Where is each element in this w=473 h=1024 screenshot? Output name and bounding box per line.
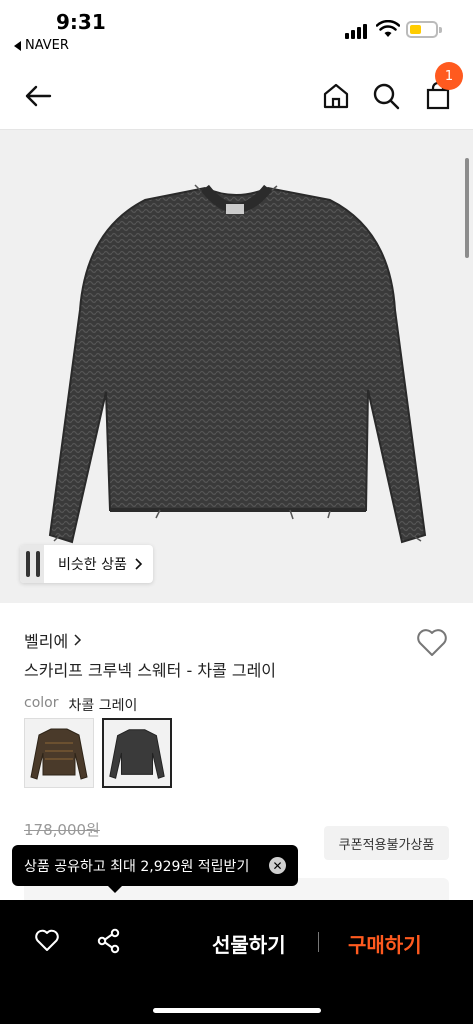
sweater-illustration [48, 184, 427, 544]
search-icon[interactable] [370, 80, 402, 112]
bottom-action-bar: 선물하기 구매하기 [0, 900, 473, 1024]
image-scrollbar[interactable] [465, 158, 469, 258]
color-key: color [24, 695, 59, 711]
back-app-label: NAVER [25, 38, 69, 53]
brand-name: 벨리에 [24, 632, 69, 651]
button-divider [318, 932, 319, 952]
heart-icon[interactable] [34, 928, 60, 954]
wifi-icon [376, 20, 400, 37]
top-navigation [0, 62, 473, 130]
status-bar: 9:31 NAVER [0, 0, 473, 62]
chevron-right-icon [74, 634, 82, 646]
product-image[interactable] [0, 130, 473, 603]
color-swatch-brown[interactable] [24, 718, 94, 788]
share-icon[interactable] [96, 928, 122, 954]
heart-icon[interactable] [416, 628, 448, 658]
buy-button[interactable]: 구매하기 [348, 929, 422, 958]
brown-sweater-thumbnail [30, 728, 88, 780]
share-reward-tooltip: 상품 공유하고 최대 2,929원 적립받기 ✕ [12, 845, 298, 893]
similar-products-button[interactable]: 비슷한 상품 [20, 545, 153, 583]
chevron-right-icon [135, 558, 142, 570]
gift-button[interactable]: 선물하기 [212, 929, 286, 958]
original-price: 178,000원 [24, 821, 100, 839]
home-indicator[interactable] [153, 1008, 321, 1013]
brand-link[interactable]: 벨리에 [24, 628, 82, 652]
home-icon[interactable] [320, 80, 352, 112]
status-time: 9:31 [56, 10, 106, 34]
similar-products-label: 비슷한 상품 [58, 557, 127, 573]
cart-count-badge: 1 [435, 62, 463, 90]
similar-thumbnail [20, 545, 44, 583]
charcoal-sweater-thumbnail [109, 729, 165, 779]
product-title: 스카리프 크루넥 스웨터 - 차콜 그레이 [24, 661, 277, 680]
battery-icon [406, 21, 442, 38]
tooltip-arrow [108, 886, 122, 893]
back-arrow-icon[interactable] [22, 80, 54, 112]
color-selector-label: color 차콜 그레이 [24, 695, 137, 715]
back-to-app-link[interactable]: NAVER [14, 38, 69, 53]
signal-icon [345, 24, 367, 39]
close-icon[interactable]: ✕ [269, 857, 286, 874]
tooltip-text: 상품 공유하고 최대 2,929원 적립받기 [24, 858, 250, 875]
coupon-unavailable-badge: 쿠폰적용불가상품 [324, 826, 449, 860]
back-triangle-icon [14, 40, 21, 51]
color-swatch-charcoal[interactable] [102, 718, 172, 788]
color-value: 차콜 그레이 [68, 698, 138, 714]
